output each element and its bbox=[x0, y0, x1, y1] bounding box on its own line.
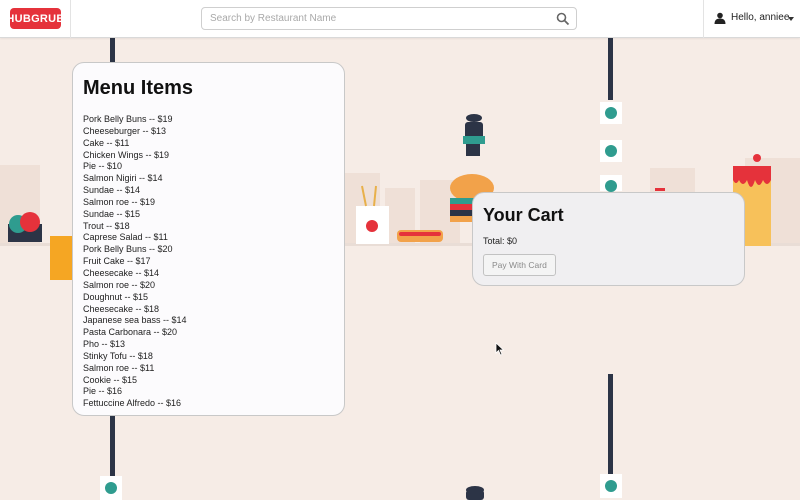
menu-item[interactable]: Pho -- $13 bbox=[83, 339, 334, 351]
menu-item[interactable]: Salmon roe -- $19 bbox=[83, 197, 334, 209]
menu-item[interactable]: Pie -- $16 bbox=[83, 386, 334, 398]
menu-item[interactable]: Sundae -- $15 bbox=[83, 209, 334, 221]
hubgrub-logo[interactable]: HUBGRUB bbox=[6, 8, 64, 29]
menu-title: Menu Items bbox=[83, 77, 194, 99]
menu-item[interactable]: Pie -- $10 bbox=[83, 161, 334, 173]
search-bar bbox=[201, 7, 577, 30]
logo-container: HUBGRUB bbox=[0, 0, 71, 38]
menu-items-panel: Menu Items Pork Belly Buns -- $19 Cheese… bbox=[72, 62, 345, 416]
menu-item[interactable]: Trout -- $18 bbox=[83, 221, 334, 233]
caret-down-icon[interactable] bbox=[788, 17, 794, 21]
cart-title: Your Cart bbox=[483, 205, 564, 225]
menu-item[interactable]: Fruit Cake -- $17 bbox=[83, 256, 334, 268]
mouse-cursor-icon bbox=[495, 342, 505, 356]
menu-item[interactable]: Cheesecake -- $18 bbox=[83, 304, 334, 316]
search-icon[interactable] bbox=[556, 12, 570, 26]
menu-item[interactable]: Salmon roe -- $11 bbox=[83, 363, 334, 375]
menu-item[interactable]: Pork Belly Buns -- $19 bbox=[83, 114, 334, 126]
pay-with-card-button[interactable]: Pay With Card bbox=[483, 254, 556, 276]
menu-item[interactable]: Sundae -- $14 bbox=[83, 185, 334, 197]
menu-item[interactable]: Salmon roe -- $20 bbox=[83, 280, 334, 292]
menu-item[interactable]: Caprese Salad -- $11 bbox=[83, 232, 334, 244]
search-input[interactable] bbox=[210, 10, 550, 27]
user-icon bbox=[714, 12, 726, 24]
menu-item[interactable]: Doughnut -- $15 bbox=[83, 292, 334, 304]
menu-item[interactable]: Cake -- $11 bbox=[83, 138, 334, 150]
menu-item[interactable]: Cheeseburger -- $13 bbox=[83, 126, 334, 138]
menu-item[interactable]: Japanese sea bass -- $14 bbox=[83, 315, 334, 327]
menu-item[interactable]: Chicken Wings -- $19 bbox=[83, 150, 334, 162]
menu-item[interactable]: Fettuccine Alfredo -- $16 bbox=[83, 398, 334, 410]
cart-panel: Your Cart Total: $0 Pay With Card bbox=[472, 192, 745, 286]
cart-total: Total: $0 bbox=[483, 236, 518, 246]
menu-item[interactable]: Pasta Carbonara -- $20 bbox=[83, 327, 334, 339]
menu-item[interactable]: Cheesecake -- $14 bbox=[83, 268, 334, 280]
menu-item[interactable]: Stinky Tofu -- $18 bbox=[83, 351, 334, 363]
menu-item[interactable]: Pork Belly Buns -- $20 bbox=[83, 244, 334, 256]
menu-list: Pork Belly Buns -- $19 Cheeseburger -- $… bbox=[83, 114, 334, 410]
menu-item[interactable]: Salmon Nigiri -- $14 bbox=[83, 173, 334, 185]
top-navbar: HUBGRUB Hello, anniee bbox=[0, 0, 800, 38]
user-menu[interactable]: Hello, anniee bbox=[703, 0, 800, 38]
menu-item[interactable]: Cookie -- $15 bbox=[83, 375, 334, 387]
user-greeting: Hello, anniee bbox=[731, 12, 790, 23]
